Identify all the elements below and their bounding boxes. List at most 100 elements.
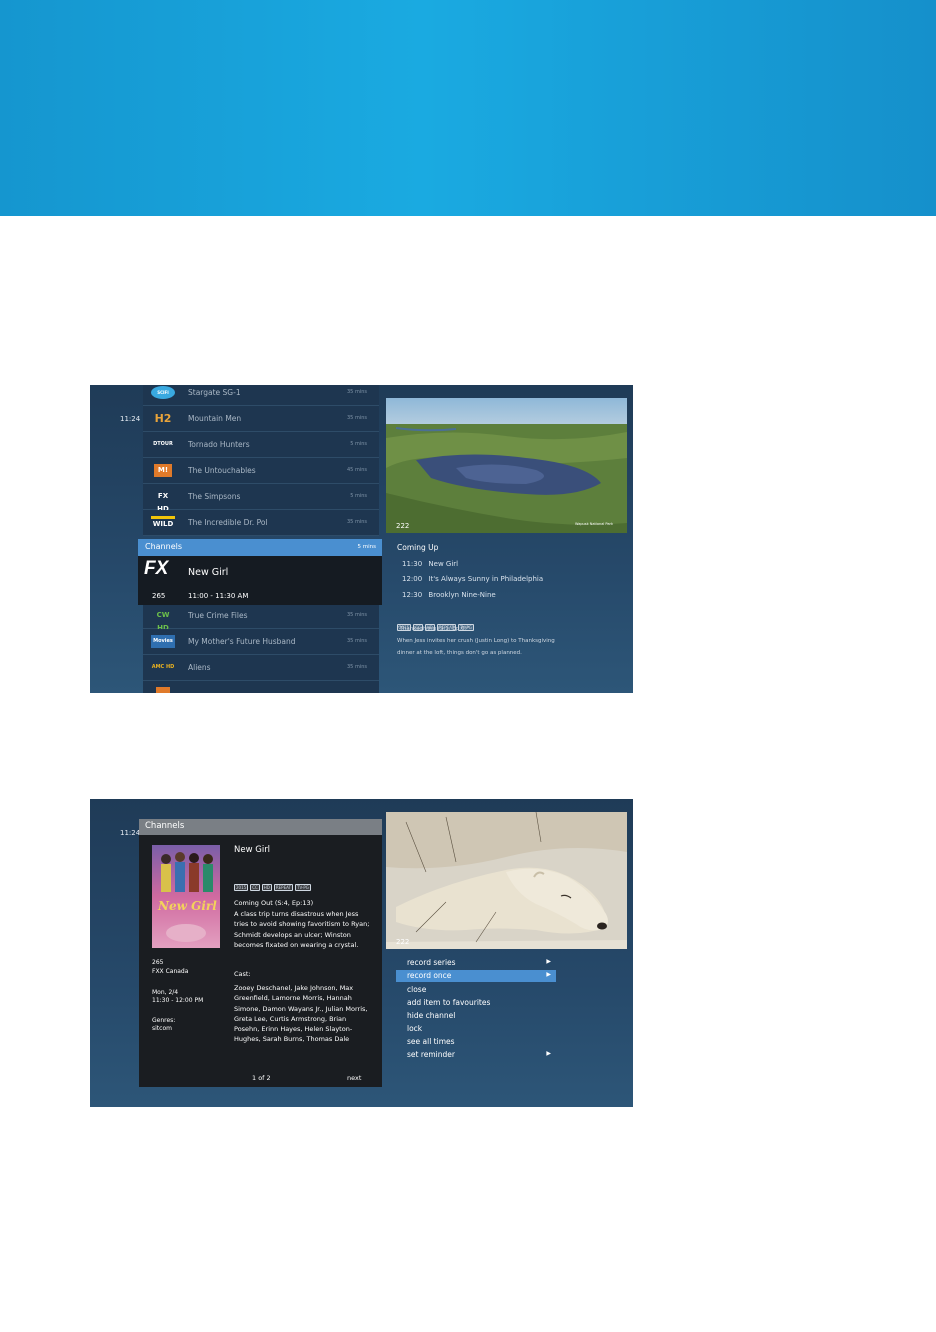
channel-logo: DTOUR (153, 441, 173, 447)
coming-up-title: New Girl (428, 560, 459, 568)
chevron-right-icon: ▶ (546, 1050, 551, 1057)
channel-logo: AMC HD (151, 664, 175, 670)
badge: HD (261, 884, 272, 891)
channels-duration: 5 mins (357, 544, 377, 550)
channel-row[interactable]: H2 Mountain Men 35 mins (143, 406, 379, 432)
menu-item-hide-channel[interactable]: hide channel (396, 1010, 556, 1022)
menu-item-label: add item to favourites (407, 998, 491, 1007)
preview-video: 222 (386, 812, 627, 949)
menu-item-add-favourites[interactable]: add item to favourites (396, 997, 556, 1009)
genres-label: Genres: (152, 1017, 176, 1024)
chevron-right-icon: ▶ (546, 958, 551, 965)
landscape-image (386, 398, 627, 533)
channel-row[interactable]: WILD The Incredible Dr. Pol 35 mins (143, 510, 379, 536)
badge: 2015 (234, 884, 249, 891)
menu-item-label: record series (407, 958, 456, 967)
preview-caption: Wapusk National Park (574, 522, 613, 526)
program-duration: 35 mins (347, 638, 367, 644)
fx-logo: FX (144, 558, 169, 579)
channel-row[interactable]: FX HD The Simpsons 5 mins (143, 484, 379, 513)
menu-item-label: see all times (407, 1037, 455, 1046)
selected-program[interactable]: FX New Girl 265 11:00 - 11:30 AM (138, 556, 382, 605)
coming-up-item[interactable]: 11:30 New Girl (402, 560, 458, 568)
program-duration: 35 mins (347, 389, 367, 395)
poster-title: New Girl (158, 899, 217, 913)
channel-row[interactable]: M! The Untouchables 45 mins (143, 458, 379, 484)
channel-row[interactable] (143, 681, 379, 693)
channel-row[interactable]: AMC HD Aliens 35 mins (143, 655, 379, 681)
program-duration: 35 mins (347, 415, 367, 421)
channel-logo-partial (156, 687, 170, 693)
clock: 11:24 (120, 829, 141, 837)
coming-up-item[interactable]: 12:30 Brooklyn Nine-Nine (402, 591, 496, 599)
show-title: New Girl (234, 845, 271, 855)
selected-time: 11:00 - 11:30 AM (188, 592, 249, 600)
coming-up-title: It's Always Sunny in Philadelphia (428, 575, 544, 583)
episode-title: Coming Out (S:4, Ep:13) (234, 899, 314, 907)
coming-up-time: 12:00 (402, 575, 423, 583)
genres-value: sitcom (152, 1025, 172, 1032)
episode-description: dinner at the loft, things don't go as p… (397, 650, 522, 656)
coming-up-heading: Coming Up (397, 543, 439, 552)
preview-channel-number: 222 (396, 938, 410, 946)
clock: 11:24 (120, 415, 141, 423)
channel-logo: Movies (151, 635, 175, 648)
episode-description: A class trip turns disastrous when Jess … (234, 910, 370, 949)
program-duration: 35 mins (347, 664, 367, 670)
coming-up-item[interactable]: 12:00 It's Always Sunny in Philadelphia (402, 575, 543, 583)
cast-list: Zooey Deschanel, Jake Johnson, Max Green… (234, 984, 368, 1044)
channels-header: Channels (139, 819, 382, 835)
program-duration: 45 mins (347, 467, 367, 473)
program-title: Aliens (188, 663, 211, 672)
menu-item-record-once[interactable]: record once ▶ (396, 970, 556, 982)
pagination: 1 of 2 (252, 1074, 271, 1082)
air-time: 11:30 - 12:00 PM (152, 997, 204, 1004)
poster-figures (161, 852, 213, 942)
program-duration: 5 mins (350, 441, 367, 447)
channels-bar[interactable]: Channels 5 mins (138, 539, 382, 556)
program-title: The Untouchables (188, 466, 256, 475)
badge: REPEAT (273, 884, 293, 891)
channel-row[interactable]: DTOUR Tornado Hunters 5 mins (143, 432, 379, 458)
preview-channel-number: 222 (396, 522, 410, 530)
menu-item-set-reminder[interactable]: set reminder ▶ (396, 1049, 556, 1061)
program-title: Tornado Hunters (188, 440, 250, 449)
header-banner (0, 0, 936, 216)
polar-bear-image (386, 812, 627, 949)
channel-logo: M! (154, 464, 172, 477)
program-duration: 35 mins (347, 612, 367, 618)
coming-up-time: 11:30 (402, 560, 423, 568)
channel-row[interactable]: Movies My Mother's Future Husband 35 min… (143, 629, 379, 655)
next-link[interactable]: next (347, 1074, 361, 1082)
menu-item-label: lock (407, 1024, 423, 1033)
program-duration: 35 mins (347, 519, 367, 525)
program-title: My Mother's Future Husband (188, 637, 296, 646)
program-title: Stargate SG-1 (188, 388, 241, 397)
channel-row[interactable]: SCIFI Stargate SG-1 35 mins (143, 385, 379, 406)
program-duration: 5 mins (350, 493, 367, 499)
channel-logo: FX HD (157, 492, 169, 513)
channel-logo: H2 (154, 412, 172, 425)
menu-item-record-series[interactable]: record series ▶ (396, 957, 556, 969)
program-title: The Incredible Dr. Pol (188, 518, 268, 527)
channels-label: Channels (145, 542, 183, 551)
details-screenshot: 11:24 Channels New Girl 265 FXX Canada M… (90, 799, 633, 1107)
channel-logo: WILD (151, 516, 175, 529)
menu-item-see-all-times[interactable]: see all times (396, 1036, 556, 1048)
channel-row[interactable]: CW HD True Crime Files 35 mins (143, 603, 379, 632)
show-poster: New Girl (152, 845, 220, 948)
badge: CC (250, 884, 260, 891)
coming-up-time: 12:30 (402, 591, 423, 599)
menu-item-close[interactable]: close (396, 984, 556, 996)
cast-label: Cast: (234, 970, 251, 978)
menu-item-label: set reminder (407, 1050, 455, 1059)
menu-item-label: close (407, 985, 427, 994)
coming-up-title: Brooklyn Nine-Nine (428, 591, 496, 599)
guide-screenshot: 11:24 SCIFI Stargate SG-1 35 mins H2 Mou… (90, 385, 633, 693)
episode-title: "Thanksgiving (S:1, Ep:6)" (397, 626, 470, 632)
selected-channel-number: 265 (152, 592, 166, 600)
channels-header-label: Channels (145, 821, 185, 831)
selected-title: New Girl (188, 567, 229, 578)
program-title: The Simpsons (188, 492, 241, 501)
menu-item-lock[interactable]: lock (396, 1023, 556, 1035)
